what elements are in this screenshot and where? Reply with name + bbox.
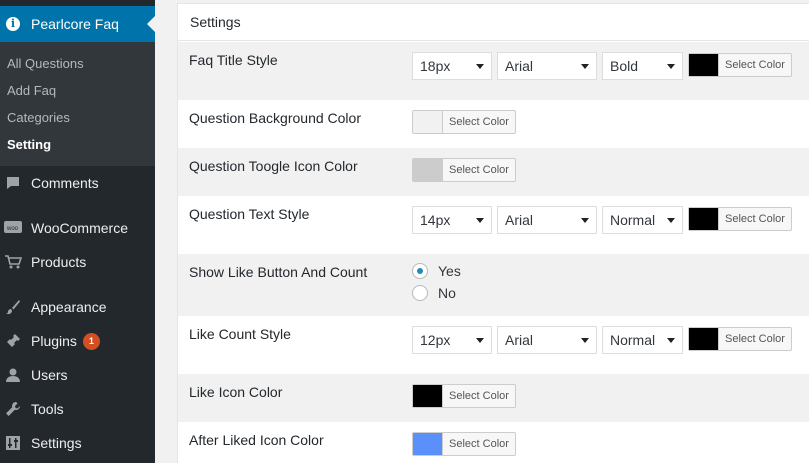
- caret-down-icon: [581, 338, 589, 343]
- font-size-select[interactable]: 18px: [412, 52, 492, 80]
- question-bg-color-row: Question Background Color Select Color: [178, 100, 809, 148]
- caret-down-icon: [667, 64, 675, 69]
- radio-button[interactable]: [412, 285, 428, 301]
- panel-title: Settings: [178, 4, 809, 41]
- sidebar-item-label: Settings: [31, 435, 82, 451]
- select-color-button[interactable]: Select Color: [688, 53, 792, 77]
- caret-down-icon: [476, 218, 484, 223]
- sidebar-item-label: WooCommerce: [31, 220, 128, 236]
- sidebar-item-tools[interactable]: Tools: [0, 394, 155, 424]
- select-color-button[interactable]: Select Color: [412, 158, 516, 182]
- font-weight-select[interactable]: Normal: [602, 206, 683, 234]
- font-weight-select[interactable]: Normal: [602, 326, 683, 354]
- sidebar-item-comments[interactable]: Comments: [0, 168, 155, 198]
- select-color-button[interactable]: Select Color: [688, 327, 792, 351]
- row-label: Like Icon Color: [189, 384, 283, 400]
- sidebar-item-label: Comments: [31, 175, 99, 191]
- question-toggle-icon-color-row: Question Toogle Icon Color Select Color: [178, 148, 809, 196]
- color-swatch: [689, 54, 719, 76]
- woocommerce-icon: woo: [3, 218, 23, 238]
- comments-icon: [3, 173, 23, 193]
- paintbrush-icon: [3, 297, 23, 317]
- font-family-select[interactable]: Arial: [497, 206, 597, 234]
- color-swatch: [413, 385, 443, 407]
- submenu-all-questions[interactable]: All Questions: [7, 56, 84, 71]
- row-label: After Liked Icon Color: [189, 432, 324, 448]
- plugin-icon: [3, 331, 23, 351]
- submenu-add-faq[interactable]: Add Faq: [7, 83, 56, 98]
- submenu-setting[interactable]: Setting: [7, 137, 51, 152]
- row-label: Show Like Button And Count: [189, 264, 368, 280]
- like-icon-color-row: Like Icon Color Select Color: [178, 374, 809, 422]
- sidebar-item-pearlcore-faq[interactable]: i Pearlcore Faq: [0, 6, 155, 42]
- submenu-categories[interactable]: Categories: [7, 110, 70, 125]
- sidebar-item-label: Tools: [31, 401, 64, 417]
- show-like-button-row: Show Like Button And Count Yes No: [178, 254, 809, 316]
- color-swatch: [413, 111, 443, 133]
- sidebar-item-products[interactable]: Products: [0, 247, 155, 277]
- color-swatch: [689, 328, 719, 350]
- color-swatch: [413, 159, 443, 181]
- sidebar-item-label: Products: [31, 254, 87, 270]
- row-label: Question Text Style: [189, 206, 310, 222]
- caret-down-icon: [667, 338, 675, 343]
- caret-down-icon: [476, 64, 484, 69]
- sidebar-submenu: All Questions Add Faq Categories Setting: [0, 42, 155, 166]
- select-color-button[interactable]: Select Color: [412, 432, 516, 456]
- font-size-select[interactable]: 14px: [412, 206, 492, 234]
- select-color-button[interactable]: Select Color: [412, 110, 516, 134]
- sidebar-item-settings[interactable]: Settings: [0, 428, 155, 458]
- sidebar-item-label: Pearlcore Faq: [31, 16, 119, 32]
- caret-down-icon: [476, 338, 484, 343]
- font-family-select[interactable]: Arial: [497, 326, 597, 354]
- admin-sidebar: i Pearlcore Faq All Questions Add Faq Ca…: [0, 0, 155, 463]
- wrench-icon: [3, 399, 23, 419]
- sidebar-item-label: Plugins: [31, 333, 77, 349]
- font-size-select[interactable]: 12px: [412, 326, 492, 354]
- user-icon: [3, 365, 23, 385]
- cart-icon: [3, 252, 23, 272]
- after-liked-icon-color-row: After Liked Icon Color Select Color: [178, 422, 809, 463]
- caret-down-icon: [667, 218, 675, 223]
- select-color-button[interactable]: Select Color: [688, 207, 792, 231]
- row-label: Like Count Style: [189, 326, 291, 342]
- like-count-style-row: Like Count Style 12px Arial Normal Selec…: [178, 316, 809, 374]
- sidebar-item-label: Appearance: [31, 299, 107, 315]
- sidebar-item-plugins[interactable]: Plugins 1: [0, 326, 155, 356]
- sidebar-item-label: Users: [31, 367, 68, 383]
- svg-text:woo: woo: [6, 226, 19, 232]
- sidebar-item-woocommerce[interactable]: woo WooCommerce: [0, 213, 155, 243]
- caret-down-icon: [581, 64, 589, 69]
- info-icon: i: [6, 17, 20, 31]
- sidebar-item-appearance[interactable]: Appearance: [0, 292, 155, 322]
- sidebar-item-users[interactable]: Users: [0, 360, 155, 390]
- row-label: Faq Title Style: [189, 52, 278, 68]
- row-label: Question Background Color: [189, 110, 361, 126]
- radio-button-checked[interactable]: [412, 263, 428, 279]
- font-weight-select[interactable]: Bold: [602, 52, 683, 80]
- settings-panel: Settings Faq Title Style 18px Arial Bold…: [177, 3, 809, 463]
- update-count-badge: 1: [82, 332, 100, 350]
- radio-no[interactable]: No: [412, 285, 456, 301]
- current-menu-arrow: [147, 16, 155, 32]
- caret-down-icon: [581, 218, 589, 223]
- color-swatch: [689, 208, 719, 230]
- question-text-style-row: Question Text Style 14px Arial Normal Se…: [178, 196, 809, 254]
- color-swatch: [413, 433, 443, 455]
- select-color-button[interactable]: Select Color: [412, 384, 516, 408]
- faq-title-style-row: Faq Title Style 18px Arial Bold Select C…: [178, 42, 809, 100]
- row-label: Question Toogle Icon Color: [189, 158, 358, 174]
- radio-yes[interactable]: Yes: [412, 263, 461, 279]
- settings-sliders-icon: [3, 433, 23, 453]
- font-family-select[interactable]: Arial: [497, 52, 597, 80]
